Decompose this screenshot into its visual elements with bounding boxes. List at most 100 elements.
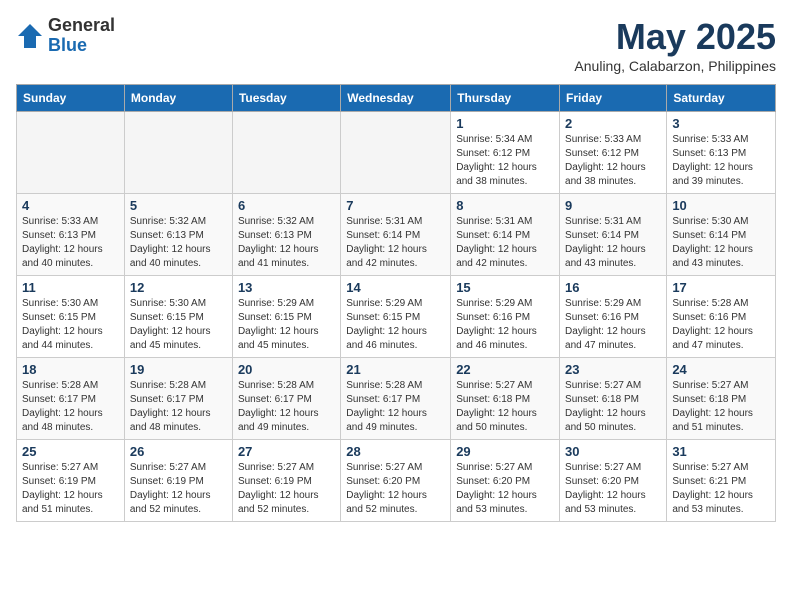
calendar-cell: 15 Sunrise: 5:29 AM Sunset: 6:16 PM Dayli… [451, 276, 560, 358]
day-number: 11 [22, 280, 119, 295]
calendar-cell [124, 112, 232, 194]
calendar-cell: 20 Sunrise: 5:28 AM Sunset: 6:17 PM Dayli… [232, 358, 340, 440]
calendar-cell: 22 Sunrise: 5:27 AM Sunset: 6:18 PM Dayli… [451, 358, 560, 440]
logo-blue-text: Blue [48, 36, 115, 56]
calendar-cell [341, 112, 451, 194]
day-number: 22 [456, 362, 554, 377]
day-number: 20 [238, 362, 335, 377]
day-number: 16 [565, 280, 661, 295]
logo-general-text: General [48, 16, 115, 36]
calendar-cell: 1 Sunrise: 5:34 AM Sunset: 6:12 PM Daylig… [451, 112, 560, 194]
month-title: May 2025 [574, 16, 776, 58]
calendar-cell: 30 Sunrise: 5:27 AM Sunset: 6:20 PM Dayli… [560, 440, 667, 522]
calendar-cell: 8Sunrise: 5:31 AM Sunset: 6:14 PM Daylig… [451, 194, 560, 276]
day-number: 5 [130, 198, 227, 213]
day-info: Sunrise: 5:31 AM Sunset: 6:14 PM Dayligh… [346, 215, 445, 271]
calendar-cell: 18 Sunrise: 5:28 AM Sunset: 6:17 PM Dayli… [17, 358, 125, 440]
day-number: 24 [672, 362, 770, 377]
day-info: Sunrise: 5:27 AM Sunset: 6:20 PM Dayligh… [456, 461, 554, 517]
day-number: 19 [130, 362, 227, 377]
day-number: 23 [565, 362, 661, 377]
day-info: Sunrise: 5:27 AM Sunset: 6:19 PM Dayligh… [22, 461, 119, 517]
day-info: Sunrise: 5:27 AM Sunset: 6:20 PM Dayligh… [565, 461, 661, 517]
calendar-cell: 9 Sunrise: 5:31 AM Sunset: 6:14 PM Daylig… [560, 194, 667, 276]
weekday-header-wednesday: Wednesday [341, 85, 451, 112]
calendar-cell: 17 Sunrise: 5:28 AM Sunset: 6:16 PM Dayli… [667, 276, 776, 358]
day-info: Sunrise: 5:27 AM Sunset: 6:20 PM Dayligh… [346, 461, 445, 517]
calendar-cell: 27 Sunrise: 5:27 AM Sunset: 6:19 PM Dayli… [232, 440, 340, 522]
day-info: Sunrise: 5:29 AM Sunset: 6:15 PM Dayligh… [238, 297, 335, 353]
calendar-cell: 25 Sunrise: 5:27 AM Sunset: 6:19 PM Dayli… [17, 440, 125, 522]
day-number: 28 [346, 444, 445, 459]
day-info: Sunrise: 5:29 AM Sunset: 6:15 PM Dayligh… [346, 297, 445, 353]
day-number: 21 [346, 362, 445, 377]
logo-icon [16, 22, 44, 50]
day-number: 2 [565, 116, 661, 131]
calendar-week-row: 4Sunrise: 5:33 AM Sunset: 6:13 PM Daylig… [17, 194, 776, 276]
weekday-header-saturday: Saturday [667, 85, 776, 112]
title-block: May 2025 Anuling, Calabarzon, Philippine… [574, 16, 776, 74]
day-number: 30 [565, 444, 661, 459]
day-number: 29 [456, 444, 554, 459]
day-info: Sunrise: 5:34 AM Sunset: 6:12 PM Dayligh… [456, 133, 554, 189]
day-info: Sunrise: 5:28 AM Sunset: 6:17 PM Dayligh… [238, 379, 335, 435]
day-info: Sunrise: 5:27 AM Sunset: 6:18 PM Dayligh… [672, 379, 770, 435]
calendar-week-row: 25 Sunrise: 5:27 AM Sunset: 6:19 PM Dayli… [17, 440, 776, 522]
day-info: Sunrise: 5:28 AM Sunset: 6:17 PM Dayligh… [130, 379, 227, 435]
day-number: 3 [672, 116, 770, 131]
day-info: Sunrise: 5:28 AM Sunset: 6:17 PM Dayligh… [346, 379, 445, 435]
day-info: Sunrise: 5:28 AM Sunset: 6:16 PM Dayligh… [672, 297, 770, 353]
calendar-cell: 6Sunrise: 5:32 AM Sunset: 6:13 PM Daylig… [232, 194, 340, 276]
calendar-cell: 5 Sunrise: 5:32 AM Sunset: 6:13 PM Daylig… [124, 194, 232, 276]
day-info: Sunrise: 5:27 AM Sunset: 6:19 PM Dayligh… [238, 461, 335, 517]
calendar-cell: 24 Sunrise: 5:27 AM Sunset: 6:18 PM Dayli… [667, 358, 776, 440]
logo: General Blue [16, 16, 115, 56]
day-info: Sunrise: 5:31 AM Sunset: 6:14 PM Dayligh… [456, 215, 554, 271]
calendar-week-row: 11 Sunrise: 5:30 AM Sunset: 6:15 PM Dayli… [17, 276, 776, 358]
calendar-cell: 31Sunrise: 5:27 AM Sunset: 6:21 PM Dayli… [667, 440, 776, 522]
calendar-cell [232, 112, 340, 194]
calendar-week-row: 18 Sunrise: 5:28 AM Sunset: 6:17 PM Dayli… [17, 358, 776, 440]
day-number: 9 [565, 198, 661, 213]
weekday-header-tuesday: Tuesday [232, 85, 340, 112]
page-header: General Blue May 2025 Anuling, Calabarzo… [16, 16, 776, 74]
day-number: 12 [130, 280, 227, 295]
day-number: 17 [672, 280, 770, 295]
calendar-cell: 28 Sunrise: 5:27 AM Sunset: 6:20 PM Dayli… [341, 440, 451, 522]
weekday-header-row: SundayMondayTuesdayWednesdayThursdayFrid… [17, 85, 776, 112]
calendar-cell: 12 Sunrise: 5:30 AM Sunset: 6:15 PM Dayli… [124, 276, 232, 358]
calendar-cell: 3 Sunrise: 5:33 AM Sunset: 6:13 PM Daylig… [667, 112, 776, 194]
day-number: 31 [672, 444, 770, 459]
logo-text: General Blue [48, 16, 115, 56]
day-info: Sunrise: 5:27 AM Sunset: 6:19 PM Dayligh… [130, 461, 227, 517]
weekday-header-monday: Monday [124, 85, 232, 112]
day-number: 18 [22, 362, 119, 377]
day-info: Sunrise: 5:32 AM Sunset: 6:13 PM Dayligh… [130, 215, 227, 271]
day-info: Sunrise: 5:29 AM Sunset: 6:16 PM Dayligh… [456, 297, 554, 353]
day-number: 13 [238, 280, 335, 295]
day-info: Sunrise: 5:33 AM Sunset: 6:13 PM Dayligh… [672, 133, 770, 189]
day-info: Sunrise: 5:30 AM Sunset: 6:15 PM Dayligh… [130, 297, 227, 353]
day-number: 10 [672, 198, 770, 213]
calendar-cell: 7Sunrise: 5:31 AM Sunset: 6:14 PM Daylig… [341, 194, 451, 276]
day-number: 27 [238, 444, 335, 459]
weekday-header-thursday: Thursday [451, 85, 560, 112]
weekday-header-sunday: Sunday [17, 85, 125, 112]
calendar-cell: 23Sunrise: 5:27 AM Sunset: 6:18 PM Dayli… [560, 358, 667, 440]
day-info: Sunrise: 5:27 AM Sunset: 6:18 PM Dayligh… [456, 379, 554, 435]
day-info: Sunrise: 5:33 AM Sunset: 6:13 PM Dayligh… [22, 215, 119, 271]
day-info: Sunrise: 5:28 AM Sunset: 6:17 PM Dayligh… [22, 379, 119, 435]
calendar-cell: 16Sunrise: 5:29 AM Sunset: 6:16 PM Dayli… [560, 276, 667, 358]
day-number: 26 [130, 444, 227, 459]
calendar-cell: 29 Sunrise: 5:27 AM Sunset: 6:20 PM Dayli… [451, 440, 560, 522]
subtitle: Anuling, Calabarzon, Philippines [574, 58, 776, 74]
calendar-cell: 13 Sunrise: 5:29 AM Sunset: 6:15 PM Dayli… [232, 276, 340, 358]
day-number: 15 [456, 280, 554, 295]
calendar-cell: 19 Sunrise: 5:28 AM Sunset: 6:17 PM Dayli… [124, 358, 232, 440]
day-info: Sunrise: 5:31 AM Sunset: 6:14 PM Dayligh… [565, 215, 661, 271]
day-number: 1 [456, 116, 554, 131]
day-info: Sunrise: 5:30 AM Sunset: 6:14 PM Dayligh… [672, 215, 770, 271]
day-number: 14 [346, 280, 445, 295]
day-info: Sunrise: 5:30 AM Sunset: 6:15 PM Dayligh… [22, 297, 119, 353]
day-number: 25 [22, 444, 119, 459]
